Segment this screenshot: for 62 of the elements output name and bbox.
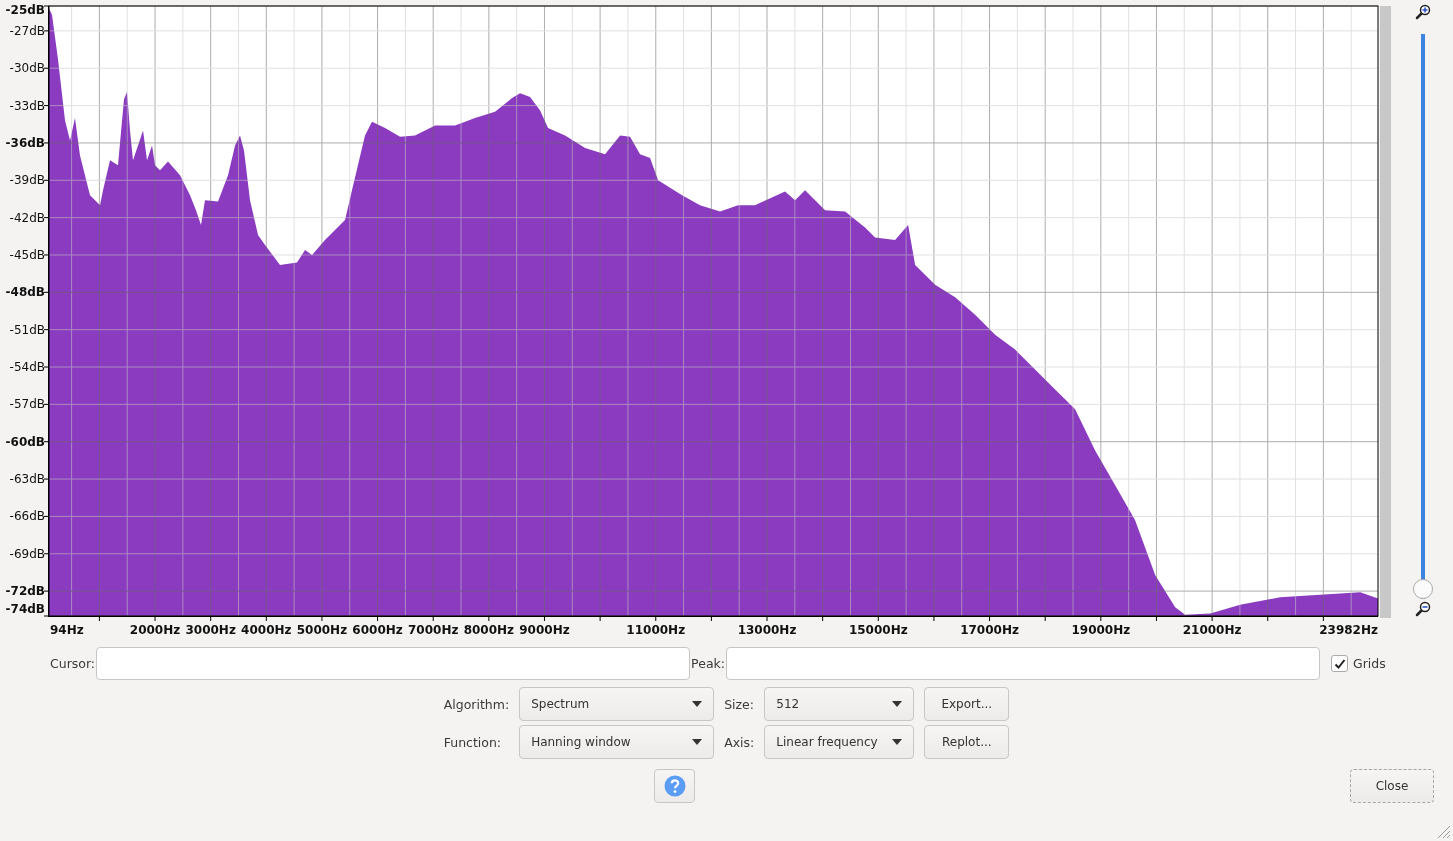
grids-checkbox[interactable] bbox=[1331, 655, 1348, 672]
caret-icon bbox=[892, 701, 903, 707]
axis-tick-label: -36dB bbox=[5, 135, 45, 150]
zoom-in-icon[interactable] bbox=[1414, 4, 1431, 20]
size-dropdown[interactable]: 512 bbox=[764, 687, 915, 721]
size-label: Size: bbox=[724, 696, 755, 712]
resize-grip-icon[interactable] bbox=[1435, 823, 1451, 839]
axis-tick-label: 9000Hz bbox=[519, 623, 570, 637]
axis-tick-label: 7000Hz bbox=[408, 623, 459, 637]
axis-tick-label: -69dB bbox=[9, 546, 45, 561]
axis-label: Axis: bbox=[724, 734, 755, 750]
replot-button[interactable]: Replot... bbox=[924, 725, 1010, 759]
axis-tick-label: 13000Hz bbox=[737, 623, 797, 637]
function-label: Function: bbox=[443, 734, 503, 750]
axis-tick-label: -33dB bbox=[9, 98, 45, 113]
axis-tick-label: -48dB bbox=[5, 285, 45, 300]
axis-tick-label: -72dB bbox=[5, 584, 45, 599]
axis-tick-label: 21000Hz bbox=[1182, 623, 1242, 637]
axis-tick-label: 4000Hz bbox=[241, 623, 292, 637]
help-icon bbox=[663, 775, 686, 797]
axis-tick-label: -57dB bbox=[9, 397, 45, 412]
axis-tick-label: 19000Hz bbox=[1071, 623, 1131, 637]
caret-icon bbox=[692, 701, 703, 707]
axis-tick-label: 11000Hz bbox=[626, 623, 686, 637]
axis-tick-label: -51dB bbox=[9, 322, 45, 337]
axis-tick-label: 3000Hz bbox=[185, 623, 236, 637]
axis-tick-label: -30dB bbox=[9, 61, 45, 76]
function-dropdown[interactable]: Hanning window bbox=[519, 725, 715, 759]
axis-tick-label: 5000Hz bbox=[296, 623, 348, 637]
algorithm-dropdown[interactable]: Spectrum bbox=[519, 687, 715, 721]
axis-dropdown[interactable]: Linear frequency bbox=[764, 725, 915, 759]
caret-icon bbox=[892, 739, 903, 745]
axis-tick-label: 2000Hz bbox=[129, 623, 181, 637]
axis-tick-label: 17000Hz bbox=[960, 623, 1019, 637]
axis-tick-label: -27dB bbox=[9, 23, 45, 38]
peak-field[interactable] bbox=[726, 647, 1320, 680]
algorithm-label: Algorithm: bbox=[443, 696, 510, 712]
slider-thumb[interactable] bbox=[1412, 579, 1433, 599]
cursor-label: Cursor: bbox=[50, 656, 96, 671]
axis-tick-label: 23982Hz bbox=[1319, 623, 1378, 637]
axis-tick-label: -60dB bbox=[5, 434, 45, 449]
axis-tick-label: -63dB bbox=[9, 472, 45, 487]
cursor-field[interactable] bbox=[96, 647, 691, 680]
caret-icon bbox=[692, 739, 703, 745]
axis-tick-label: -66dB bbox=[9, 509, 45, 524]
axis-tick-label: 94Hz bbox=[50, 623, 84, 637]
help-button[interactable] bbox=[654, 769, 696, 803]
axis-tick-label: -74dB bbox=[5, 602, 45, 616]
grids-label: Grids bbox=[1353, 656, 1386, 671]
axis-tick-label: -45dB bbox=[9, 248, 45, 262]
axis-tick-label: 8000Hz bbox=[463, 623, 515, 637]
axis-tick-label: -42dB bbox=[9, 210, 45, 225]
axis-tick-label: -39dB bbox=[9, 173, 45, 188]
zoom-out-icon[interactable] bbox=[1414, 601, 1431, 617]
close-button[interactable]: Close bbox=[1350, 769, 1434, 803]
axis-tick-label: -54dB bbox=[9, 360, 45, 374]
vertical-scrollbar[interactable] bbox=[1380, 6, 1391, 618]
axis-tick-label: -25dB bbox=[5, 3, 45, 17]
export-button[interactable]: Export... bbox=[924, 687, 1010, 721]
peak-label: Peak: bbox=[691, 656, 725, 671]
axis-tick-label: 6000Hz bbox=[352, 623, 403, 637]
axis-tick-label: 15000Hz bbox=[848, 623, 908, 637]
